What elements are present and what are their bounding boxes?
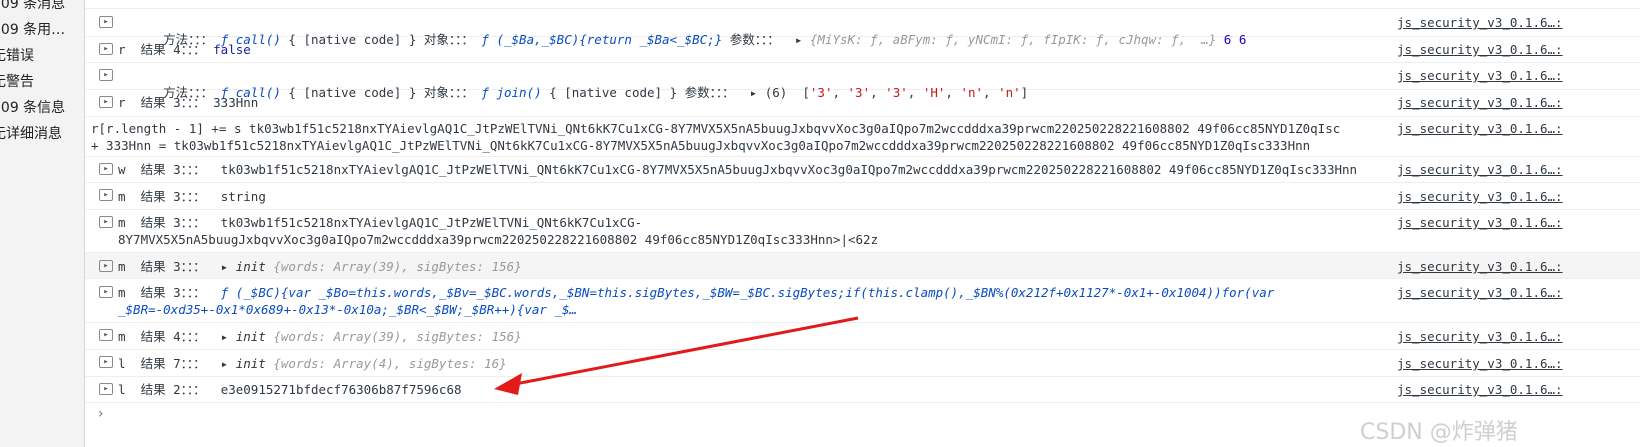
console-row[interactable]: m 结果 3：：： tk03wb1f51c5218nxTYAievlgAQ1C_… bbox=[85, 210, 1640, 253]
expand-chevron-icon[interactable] bbox=[99, 69, 113, 81]
source-link[interactable]: js_security_v3_0.1.6…: bbox=[1397, 328, 1637, 345]
console-prompt-icon[interactable]: › bbox=[98, 406, 104, 422]
console-row[interactable]: m 结果 3：：： ƒ (_$BC){var _$Bo=this.words,_… bbox=[85, 279, 1640, 323]
expand-chevron-icon[interactable] bbox=[99, 286, 113, 298]
source-link[interactable]: js_security_v3_0.1.6…: bbox=[1397, 284, 1637, 301]
row-text: m 结果 3：：： tk03wb1f51c5218nxTYAievlgAQ1C_… bbox=[118, 215, 643, 230]
row-text: + 333Hnn = tk03wb1f51c5218nxTYAievlgAQ1C… bbox=[91, 138, 1311, 153]
source-link[interactable]: js_security_v3_0.1.6…: bbox=[1397, 381, 1637, 398]
row-text: m 结果 4：：： ▸ bbox=[118, 329, 236, 344]
console-row[interactable]: m 结果 3：：： string js_security_v3_0.1.6…: bbox=[85, 183, 1640, 210]
row-text: 8Y7MVX5X5nA5buugJxbqvvXoc3g0aIQpo7m2wccd… bbox=[118, 232, 879, 247]
console-row[interactable]: r 结果 4：：： false js_security_v3_0.1.6…: bbox=[85, 37, 1640, 63]
row-text: r 结果 3：：： bbox=[118, 95, 214, 110]
function-source[interactable]: ƒ (_$BC){var _$Bo=this.words,_$Bv=_$BC.w… bbox=[221, 285, 1275, 300]
console-row-partial bbox=[85, 0, 1640, 9]
sidebar-item-user-messages[interactable]: 709 条用… bbox=[0, 17, 65, 43]
sidebar-item-label: 无错误 bbox=[0, 48, 34, 64]
console-row[interactable]: l 结果 2：：： e3e0915271bfdecf76306b87f7596c… bbox=[85, 377, 1640, 403]
source-link[interactable]: js_security_v3_0.1.6…: bbox=[1397, 120, 1637, 137]
row-text: r 结果 4：：： bbox=[118, 42, 214, 57]
source-link[interactable]: js_security_v3_0.1.6…: bbox=[1397, 41, 1637, 58]
expand-chevron-icon[interactable] bbox=[99, 43, 113, 55]
console-log: 方法：：： ƒ call() { [native code] } 对象：：： ƒ… bbox=[85, 0, 1640, 447]
sidebar-item-verbose[interactable]: 无详细消息 bbox=[0, 121, 62, 147]
result-value: string bbox=[220, 189, 266, 204]
source-link[interactable]: js_security_v3_0.1.6…: bbox=[1397, 14, 1637, 31]
sidebar-item-warnings[interactable]: 无警告 bbox=[0, 69, 34, 95]
object-name[interactable]: init bbox=[236, 329, 266, 344]
row-text: l 结果 7：：： ▸ bbox=[118, 356, 236, 371]
console-row[interactable]: w 结果 3：：： tk03wb1f51c5218nxTYAievlgAQ1C_… bbox=[85, 157, 1640, 183]
result-value: tk03wb1f51c5218nxTYAievlgAQ1C_JtPzWElTVN… bbox=[220, 162, 1358, 177]
expand-chevron-icon[interactable] bbox=[99, 260, 113, 272]
console-row[interactable]: l 结果 7：：： ▸ init {words: Array(4), sigBy… bbox=[85, 350, 1640, 377]
expand-chevron-icon[interactable] bbox=[99, 329, 113, 341]
row-text: l 结果 2：：： bbox=[118, 382, 221, 397]
row-text: w 结果 3：：： bbox=[118, 162, 221, 177]
object-preview[interactable]: {words: Array(4), sigBytes: 16} bbox=[266, 356, 506, 371]
sidebar-item-messages[interactable]: 709 条消息 bbox=[0, 0, 65, 17]
expand-chevron-icon[interactable] bbox=[99, 16, 113, 28]
result-value: false bbox=[213, 42, 251, 57]
row-text: m 结果 3：：： bbox=[118, 189, 221, 204]
console-row-selected[interactable]: m 结果 3：：： ▸ init {words: Array(39), sigB… bbox=[85, 253, 1640, 279]
console-row[interactable]: m 结果 4：：： ▸ init {words: Array(39), sigB… bbox=[85, 323, 1640, 350]
sidebar-item-label: 709 条信息 bbox=[0, 100, 66, 116]
watermark: CSDN @炸弹猪 bbox=[1360, 420, 1518, 445]
console-sidebar: 709 条消息 709 条用… 无错误 无警告 709 条信息 无详细消息 bbox=[0, 0, 85, 447]
expand-chevron-icon[interactable] bbox=[99, 163, 113, 175]
object-name[interactable]: init bbox=[236, 259, 266, 274]
expand-chevron-icon[interactable] bbox=[99, 96, 113, 108]
source-link[interactable]: js_security_v3_0.1.6…: bbox=[1397, 355, 1637, 372]
expand-chevron-icon[interactable] bbox=[99, 383, 113, 395]
object-name[interactable]: init bbox=[236, 356, 266, 371]
expand-chevron-icon[interactable] bbox=[99, 216, 113, 228]
sidebar-item-errors[interactable]: 无错误 bbox=[0, 43, 34, 69]
sidebar-item-label: 709 条用… bbox=[0, 22, 66, 38]
object-preview[interactable]: {words: Array(39), sigBytes: 156} bbox=[266, 259, 521, 274]
source-link[interactable]: js_security_v3_0.1.6…: bbox=[1397, 214, 1637, 231]
expand-chevron-icon[interactable] bbox=[99, 189, 113, 201]
source-link[interactable]: js_security_v3_0.1.6…: bbox=[1397, 188, 1637, 205]
result-value: e3e0915271bfdecf76306b87f7596c68 bbox=[220, 382, 462, 397]
function-source[interactable]: _$BR=-0xd35+-0x1*0x689+-0x13*-0x10a;_$BR… bbox=[118, 302, 577, 317]
object-preview[interactable]: {words: Array(39), sigBytes: 156} bbox=[266, 329, 521, 344]
result-value: 333Hnn bbox=[213, 95, 259, 110]
console-row[interactable]: 方法：：： ƒ call() { [native code] } 对象：：： ƒ… bbox=[85, 9, 1640, 47]
console-row[interactable]: 方法：：： ƒ call() { [native code] } 对象：：： ƒ… bbox=[85, 63, 1640, 100]
source-link[interactable]: js_security_v3_0.1.6…: bbox=[1397, 94, 1637, 111]
sidebar-item-info[interactable]: 709 条信息 bbox=[0, 95, 65, 121]
sidebar-item-label: 无警告 bbox=[0, 74, 34, 90]
row-text: r[r.length - 1] += s tk03wb1f51c5218nxTY… bbox=[91, 121, 1341, 136]
row-text: m 结果 3：：： bbox=[118, 285, 221, 300]
sidebar-item-label: 无详细消息 bbox=[0, 126, 62, 142]
source-link[interactable]: js_security_v3_0.1.6…: bbox=[1397, 161, 1637, 178]
source-link[interactable]: js_security_v3_0.1.6…: bbox=[1397, 258, 1637, 275]
console-row[interactable]: r 结果 3：：： 333Hnn js_security_v3_0.1.6…: bbox=[85, 90, 1640, 117]
source-link[interactable]: js_security_v3_0.1.6…: bbox=[1397, 67, 1637, 84]
row-text: m 结果 3：：： ▸ bbox=[118, 259, 236, 274]
console-row[interactable]: r[r.length - 1] += s tk03wb1f51c5218nxTY… bbox=[85, 117, 1640, 157]
sidebar-item-label: 709 条消息 bbox=[0, 0, 66, 12]
expand-chevron-icon[interactable] bbox=[99, 356, 113, 368]
